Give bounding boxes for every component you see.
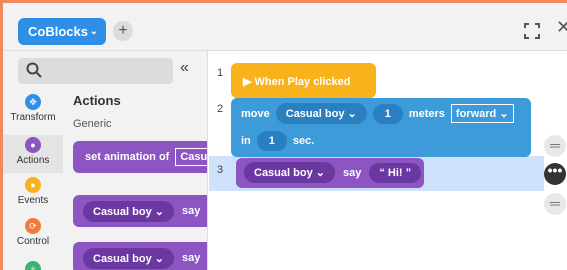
category-control[interactable]: ⟳ Control (3, 218, 63, 256)
blocks-palette: « ✥ Transform ● Actions ● Events ⟳ Contr… (3, 51, 208, 270)
control-icon: ⟳ (25, 218, 41, 234)
plus-icon: + (25, 261, 41, 270)
fullscreen-icon[interactable] (524, 23, 540, 39)
character-dropdown[interactable]: Casual boy ⌄ (244, 162, 335, 183)
section-subtitle: Generic (73, 118, 112, 130)
category-label: Events (17, 195, 49, 206)
character-dropdown[interactable]: Casual boy ⌄ (83, 200, 174, 222)
character-name: Casual boy (285, 108, 345, 120)
move-block[interactable]: move Casual boy ⌄ 1 meters forward ⌄ in … (231, 98, 531, 157)
reorder-handle-icon[interactable]: ═ (544, 135, 566, 157)
category-transform[interactable]: ✥ Transform (3, 94, 63, 134)
speech-text-input[interactable]: “ Hi! ” (369, 162, 422, 183)
actions-icon: ● (25, 137, 41, 153)
animation-value[interactable]: Casual (175, 148, 207, 166)
line-number: 2 (217, 103, 224, 115)
say-label: say (181, 205, 201, 217)
search-icon (26, 62, 42, 78)
code-workspace[interactable]: 1 2 3 ▶ When Play clicked move Casual bo… (209, 51, 567, 270)
more-options-icon[interactable]: ••• (544, 163, 566, 185)
line-number: 1 (217, 67, 224, 79)
block-text: set animation of (85, 151, 170, 163)
when-play-clicked-block[interactable]: ▶ When Play clicked (231, 63, 376, 98)
category-actions[interactable]: ● Actions (3, 135, 63, 173)
category-more[interactable]: + (3, 261, 63, 270)
transform-icon: ✥ (25, 94, 41, 110)
project-label: CoBlocks (28, 24, 88, 39)
collapse-panel-button[interactable]: « (180, 59, 189, 77)
section-title: Actions (73, 93, 121, 108)
close-icon[interactable]: ✕ (556, 17, 567, 38)
character-dropdown[interactable]: Casual boy ⌄ (275, 103, 367, 124)
set-animation-block[interactable]: set animation of Casual (73, 141, 207, 173)
sec-label: sec. (292, 135, 315, 147)
search-input[interactable] (18, 58, 173, 84)
in-label: in (241, 135, 251, 147)
chevron-down-icon: ⌄ (89, 26, 98, 37)
top-toolbar: CoBlocks ⌄ + ✕ (3, 3, 567, 51)
distance-input[interactable]: 1 (372, 103, 403, 124)
character-name: Casual boy (93, 252, 152, 265)
category-label: Transform (10, 112, 56, 123)
say-label: say (181, 252, 201, 264)
move-label: move (241, 107, 270, 120)
category-label: Control (16, 236, 50, 247)
project-dropdown-button[interactable]: CoBlocks ⌄ (18, 18, 106, 45)
say-block-template[interactable]: Casual boy ⌄ say (73, 242, 207, 270)
say-block-template[interactable]: Casual boy ⌄ say (73, 195, 207, 227)
line-number: 3 (217, 164, 224, 176)
say-label: say (342, 166, 362, 179)
reorder-handle-icon[interactable]: ═ (544, 193, 566, 215)
direction-dropdown[interactable]: forward ⌄ (450, 104, 514, 123)
events-icon: ● (25, 177, 41, 193)
direction-value: forward (455, 108, 497, 120)
unit-label: meters (408, 107, 445, 120)
say-block[interactable]: Casual boy ⌄ say “ Hi! ” (236, 158, 424, 188)
character-name: Casual boy (93, 205, 152, 218)
category-label: Actions (16, 155, 50, 166)
duration-input[interactable]: 1 (256, 131, 287, 151)
category-events[interactable]: ● Events (3, 177, 63, 215)
add-project-button[interactable]: + (113, 21, 133, 41)
character-dropdown[interactable]: Casual boy ⌄ (83, 247, 174, 269)
character-name: Casual boy (254, 167, 313, 179)
